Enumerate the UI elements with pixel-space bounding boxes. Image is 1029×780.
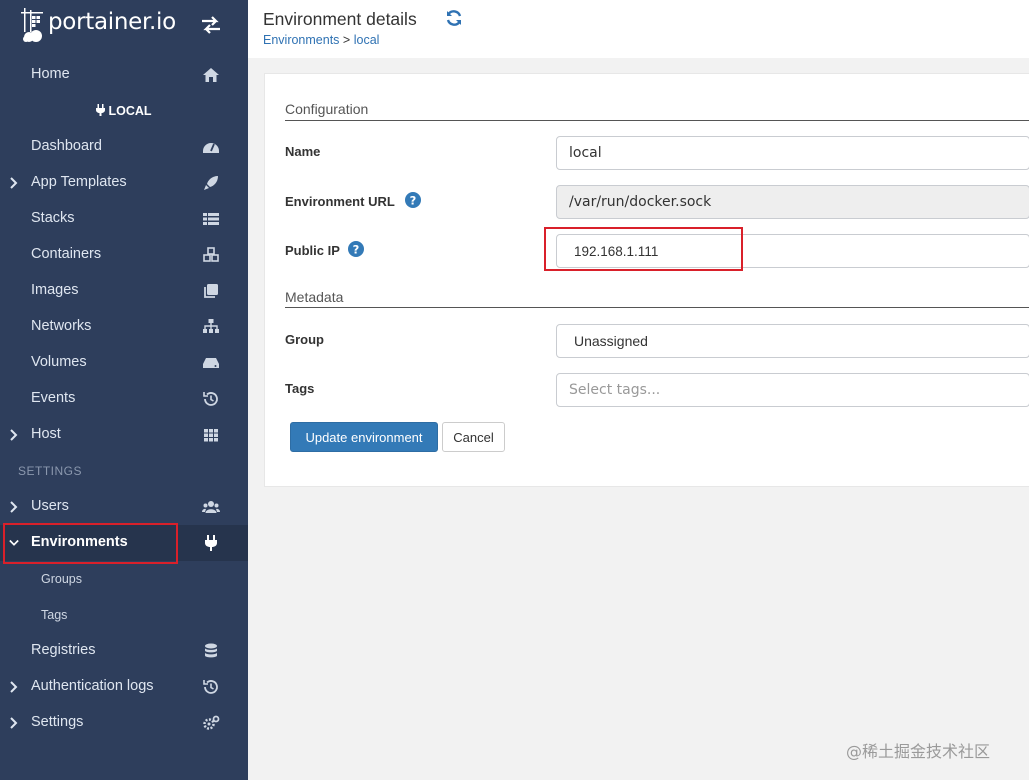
sidebar-item-networks[interactable]: Networks <box>0 309 248 345</box>
refresh-icon[interactable] <box>445 9 463 27</box>
watermark-text: @稀土掘金技术社区 <box>846 742 991 761</box>
sidebar-item-containers[interactable]: Containers <box>0 237 248 273</box>
name-label: Name <box>285 144 321 159</box>
cogs-icon <box>203 715 220 730</box>
history-icon <box>203 392 218 406</box>
svg-text:?: ? <box>410 193 417 207</box>
page-title: Environment details <box>263 9 417 29</box>
environment-details-panel: Configuration Name local Environment URL… <box>264 73 1029 487</box>
question-circle-icon[interactable]: ? <box>348 241 364 257</box>
svg-text:?: ? <box>353 242 360 256</box>
sidebar-item-label: Stacks <box>31 210 75 226</box>
sidebar-item-label: Registries <box>31 642 96 658</box>
question-circle-icon[interactable]: ? <box>405 192 421 208</box>
sidebar-item-events[interactable]: Events <box>0 381 248 417</box>
th-list-icon <box>203 213 219 225</box>
sidebar-item-label: Volumes <box>31 354 87 370</box>
tags-label: Tags <box>285 381 315 396</box>
sidebar-item-label: Networks <box>31 318 92 334</box>
sitemap-icon <box>203 319 219 333</box>
dashboard-icon <box>203 143 219 153</box>
sidebar-item-label: Groups <box>41 572 82 586</box>
cubes-icon <box>203 247 219 262</box>
exchange-icon[interactable] <box>200 16 222 34</box>
environment-url-label: Environment URL <box>285 194 395 209</box>
environment-badge-label: LOCAL <box>108 104 152 118</box>
sidebar-item-volumes[interactable]: Volumes <box>0 345 248 381</box>
sidebar-item-label: App Templates <box>31 174 127 190</box>
group-select-value: Unassigned <box>574 333 648 349</box>
chevron-right-icon <box>10 717 18 729</box>
name-input[interactable]: local <box>556 136 1029 170</box>
sidebar: portainer.io Home LOCAL Dashboard App Te… <box>0 0 248 780</box>
plug-icon <box>205 535 217 551</box>
sidebar-item-images[interactable]: Images <box>0 273 248 309</box>
name-input-value: local <box>569 145 602 161</box>
sidebar-subitem-tags[interactable]: Tags <box>0 598 248 634</box>
breadcrumb: Environments > local <box>263 33 379 47</box>
breadcrumb-current[interactable]: local <box>354 33 380 47</box>
clone-icon <box>204 284 218 298</box>
public-ip-label: Public IP <box>285 243 340 258</box>
sidebar-item-label: Host <box>31 426 61 442</box>
sidebar-item-registries[interactable]: Registries <box>0 633 248 669</box>
page-header: Environment details Environments > local <box>248 0 1029 58</box>
hdd-icon <box>203 358 219 368</box>
sidebar-item-label: Dashboard <box>31 138 102 154</box>
sidebar-item-users[interactable]: Users <box>0 489 248 525</box>
sidebar-item-settings[interactable]: Settings <box>0 705 248 741</box>
metadata-section-title: Metadata <box>285 289 344 305</box>
cancel-button[interactable]: Cancel <box>442 422 505 452</box>
sidebar-item-host[interactable]: Host <box>0 417 248 453</box>
brand-name[interactable]: portainer.io <box>48 9 176 35</box>
breadcrumb-environments-link[interactable]: Environments <box>263 33 339 47</box>
sidebar-item-label: Images <box>31 282 79 298</box>
environments-highlight <box>3 523 178 564</box>
sidebar-item-dashboard[interactable]: Dashboard <box>0 129 248 165</box>
sidebar-item-app-templates[interactable]: App Templates <box>0 165 248 201</box>
users-icon <box>202 501 220 513</box>
sidebar-item-label: Settings <box>31 714 84 730</box>
environment-url-input[interactable]: /var/run/docker.sock <box>556 185 1029 219</box>
sidebar-item-label: Users <box>31 498 69 514</box>
th-icon <box>204 429 218 442</box>
settings-section-heading: SETTINGS <box>18 464 83 478</box>
sidebar-item-authentication-logs[interactable]: Authentication logs <box>0 669 248 705</box>
sidebar-item-label: Authentication logs <box>31 678 154 694</box>
group-select[interactable]: Unassigned <box>556 324 1029 358</box>
tags-select[interactable]: Select tags... <box>556 373 1029 407</box>
home-icon <box>203 68 219 82</box>
sidebar-item-label: Events <box>31 390 76 406</box>
rocket-icon <box>204 176 218 190</box>
chevron-right-icon <box>10 501 18 513</box>
sidebar-item-label: Containers <box>31 246 102 262</box>
environment-badge: LOCAL <box>0 104 248 118</box>
database-icon <box>205 643 217 658</box>
chevron-right-icon <box>10 681 18 693</box>
configuration-section-title: Configuration <box>285 101 369 117</box>
group-label: Group <box>285 332 324 347</box>
sidebar-item-home[interactable]: Home <box>0 57 248 93</box>
environment-url-value: /var/run/docker.sock <box>569 194 712 210</box>
portainer-logo-icon[interactable] <box>20 6 48 44</box>
tags-placeholder: Select tags... <box>569 382 661 398</box>
sidebar-subitem-groups[interactable]: Groups <box>0 562 248 598</box>
chevron-right-icon <box>10 177 18 189</box>
sidebar-item-label: Home <box>31 66 70 82</box>
plug-icon <box>96 104 106 116</box>
breadcrumb-separator: > <box>342 33 351 47</box>
brand-header: portainer.io <box>0 0 248 48</box>
sidebar-item-label: Tags <box>41 608 68 622</box>
history-icon <box>203 680 218 694</box>
update-environment-button[interactable]: Update environment <box>290 422 438 452</box>
chevron-right-icon <box>10 429 18 441</box>
sidebar-item-stacks[interactable]: Stacks <box>0 201 248 237</box>
section-divider <box>285 120 1029 121</box>
public-ip-highlight <box>544 227 743 271</box>
section-divider <box>285 307 1029 308</box>
